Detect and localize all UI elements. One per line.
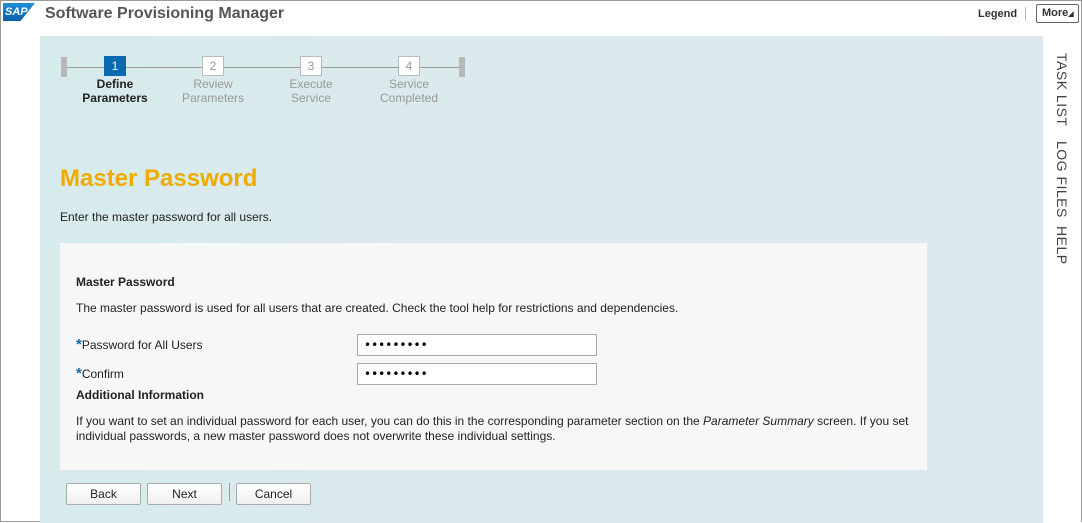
- button-separator: [229, 483, 230, 501]
- tab-task-list[interactable]: TASK LIST: [1054, 53, 1070, 126]
- step-1-label-line1: Define: [96, 77, 134, 91]
- step-2-label-line2: Parameters: [181, 91, 245, 105]
- app-header: SAP Software Provisioning Manager Legend…: [1, 1, 1081, 29]
- additional-info-title: Additional Information: [76, 388, 204, 402]
- additional-text-part1: If you want to set an individual passwor…: [76, 414, 704, 428]
- step-3-label-line1: Execute: [289, 77, 333, 91]
- step-1-label-line2: Parameters: [82, 91, 148, 105]
- triangle-down-icon: ◢: [1068, 11, 1074, 18]
- step-2-indicator: 2: [202, 56, 224, 76]
- more-button[interactable]: More◢: [1036, 4, 1079, 23]
- additional-info-text: If you want to set an individual passwor…: [76, 414, 921, 444]
- page-title: Master Password: [60, 165, 258, 192]
- step-3-indicator: 3: [300, 56, 322, 76]
- next-button[interactable]: Next: [147, 483, 222, 505]
- tab-log-files[interactable]: LOG FILES: [1054, 141, 1070, 218]
- additional-text-part2: screen. If you set: [813, 414, 909, 428]
- step-1-indicator[interactable]: 1: [104, 56, 126, 76]
- section-title: Master Password: [76, 275, 175, 289]
- section-description: The master password is used for all user…: [76, 301, 679, 315]
- header-divider: [1025, 7, 1026, 21]
- confirm-label: *Confirm: [76, 365, 124, 382]
- roadmap-end-cap: [459, 57, 465, 77]
- password-input[interactable]: [357, 334, 597, 356]
- cancel-button[interactable]: Cancel: [236, 483, 311, 505]
- tab-help[interactable]: HELP: [1054, 226, 1070, 265]
- step-4-label-line2: Completed: [379, 91, 439, 105]
- sap-logo: SAP: [3, 3, 35, 21]
- more-label: More: [1042, 7, 1069, 19]
- confirm-input[interactable]: [357, 363, 597, 385]
- password-label: *Password for All Users: [76, 336, 203, 353]
- step-4-label-line1: Service: [388, 77, 429, 91]
- step-4-label: Service Completed: [364, 77, 454, 105]
- page-intro: Enter the master password for all users.: [60, 210, 273, 224]
- additional-text-part3: individual passwords, a new master passw…: [76, 429, 556, 443]
- parameter-summary-ref: Parameter Summary: [703, 414, 814, 428]
- step-4-indicator: 4: [398, 56, 420, 76]
- step-3-label-line2: Service: [290, 91, 331, 105]
- back-button[interactable]: Back: [66, 483, 141, 505]
- step-2-label-line1: Review: [193, 77, 233, 91]
- password-label-text: Password for All Users: [81, 338, 203, 352]
- step-1-label: Define Parameters: [70, 77, 160, 105]
- app-title: Software Provisioning Manager: [45, 5, 285, 22]
- step-3-label: Execute Service: [266, 77, 356, 105]
- confirm-label-text: Confirm: [81, 367, 124, 381]
- legend-link[interactable]: Legend: [978, 8, 1017, 20]
- step-2-label: Review Parameters: [168, 77, 258, 105]
